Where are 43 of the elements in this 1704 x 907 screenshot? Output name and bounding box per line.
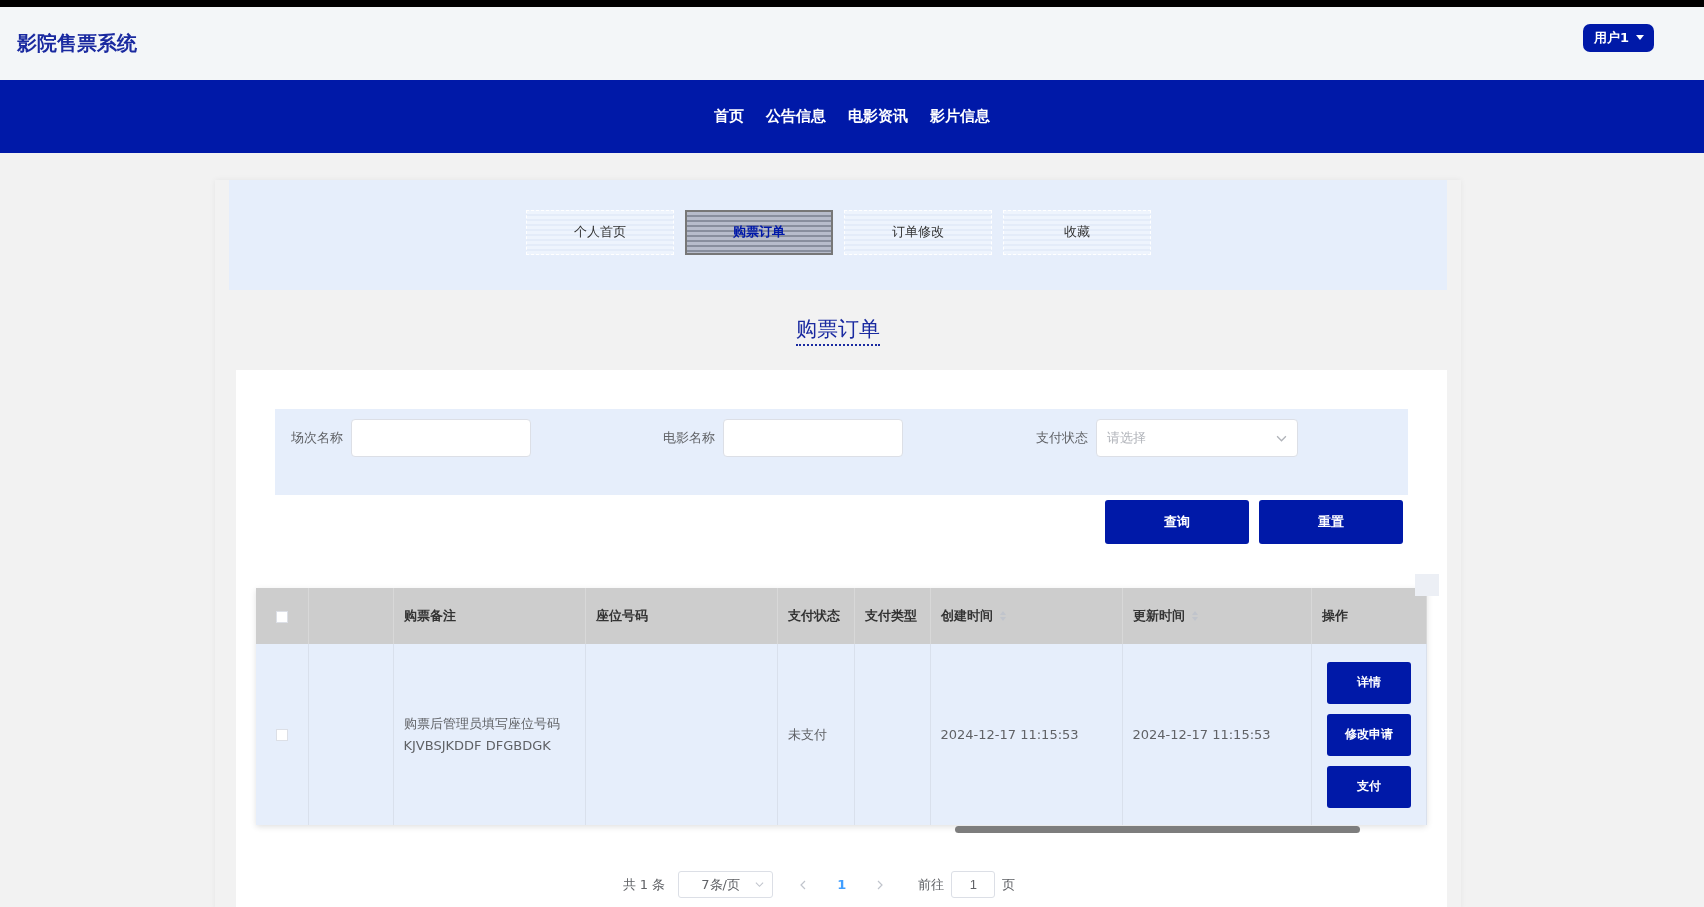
tab[interactable]: 个人首页 [525, 209, 674, 255]
dropdown-caret-icon [1636, 35, 1644, 40]
filter-button[interactable]: 重置 [1259, 500, 1403, 544]
nav-link[interactable]: 公告信息 [766, 107, 826, 126]
filter-button[interactable]: 查询 [1105, 500, 1249, 544]
table-cell: 2024-12-17 11:15:53 [940, 726, 1079, 742]
table-cell: 购票后管理员填写座位号码KJVBSJKDDF DFGBDGK [403, 715, 560, 753]
column-header: 购票备注 [403, 607, 456, 625]
chevron-down-icon [755, 880, 765, 889]
column-settings-square[interactable] [1415, 574, 1439, 596]
table-cell: 未支付 [787, 726, 827, 742]
column-header: 操作 [1321, 607, 1348, 625]
goto-label: 前往 [918, 875, 945, 894]
nav-link[interactable]: 首页 [714, 107, 744, 126]
field-label: 场次名称 [291, 429, 343, 447]
column-header: 更新时间 [1132, 607, 1185, 625]
nav-link[interactable]: 电影资讯 [848, 107, 908, 126]
total-count: 共 1 条 [622, 875, 666, 894]
page-suffix: 页 [1002, 875, 1016, 894]
column-header: 支付类型 [864, 607, 917, 625]
user-menu-button[interactable]: 用户1 [1582, 23, 1654, 52]
row-action-button[interactable]: 修改申请 [1326, 713, 1411, 756]
page-heading: 购票订单 [796, 314, 880, 346]
row-action-button[interactable]: 支付 [1326, 765, 1411, 808]
column-header: 座位号码 [595, 607, 648, 625]
page-jump-field[interactable]: 1 [951, 871, 996, 898]
tab[interactable]: 订单修改 [843, 209, 992, 255]
nav-link[interactable]: 影片信息 [930, 107, 990, 126]
horizontal-scrollbar[interactable] [955, 826, 1360, 833]
column-header: 创建时间 [940, 607, 993, 625]
tab[interactable]: 购票订单 [684, 209, 833, 255]
text-field[interactable] [723, 419, 904, 457]
page-size-select[interactable]: 7条/页 [678, 871, 774, 898]
text-field[interactable] [351, 419, 531, 457]
table-cell: 2024-12-17 11:15:53 [1132, 726, 1271, 742]
tab[interactable]: 收藏 [1002, 209, 1151, 255]
column-header: 支付状态 [787, 607, 840, 625]
row-checkbox[interactable] [275, 729, 288, 741]
select-all-checkbox[interactable] [275, 611, 288, 623]
field-label: 电影名称 [663, 429, 716, 447]
field-label: 支付状态 [1035, 429, 1088, 447]
site-title: 影院售票系统 [17, 30, 137, 57]
row-action-button[interactable]: 详情 [1326, 661, 1411, 704]
